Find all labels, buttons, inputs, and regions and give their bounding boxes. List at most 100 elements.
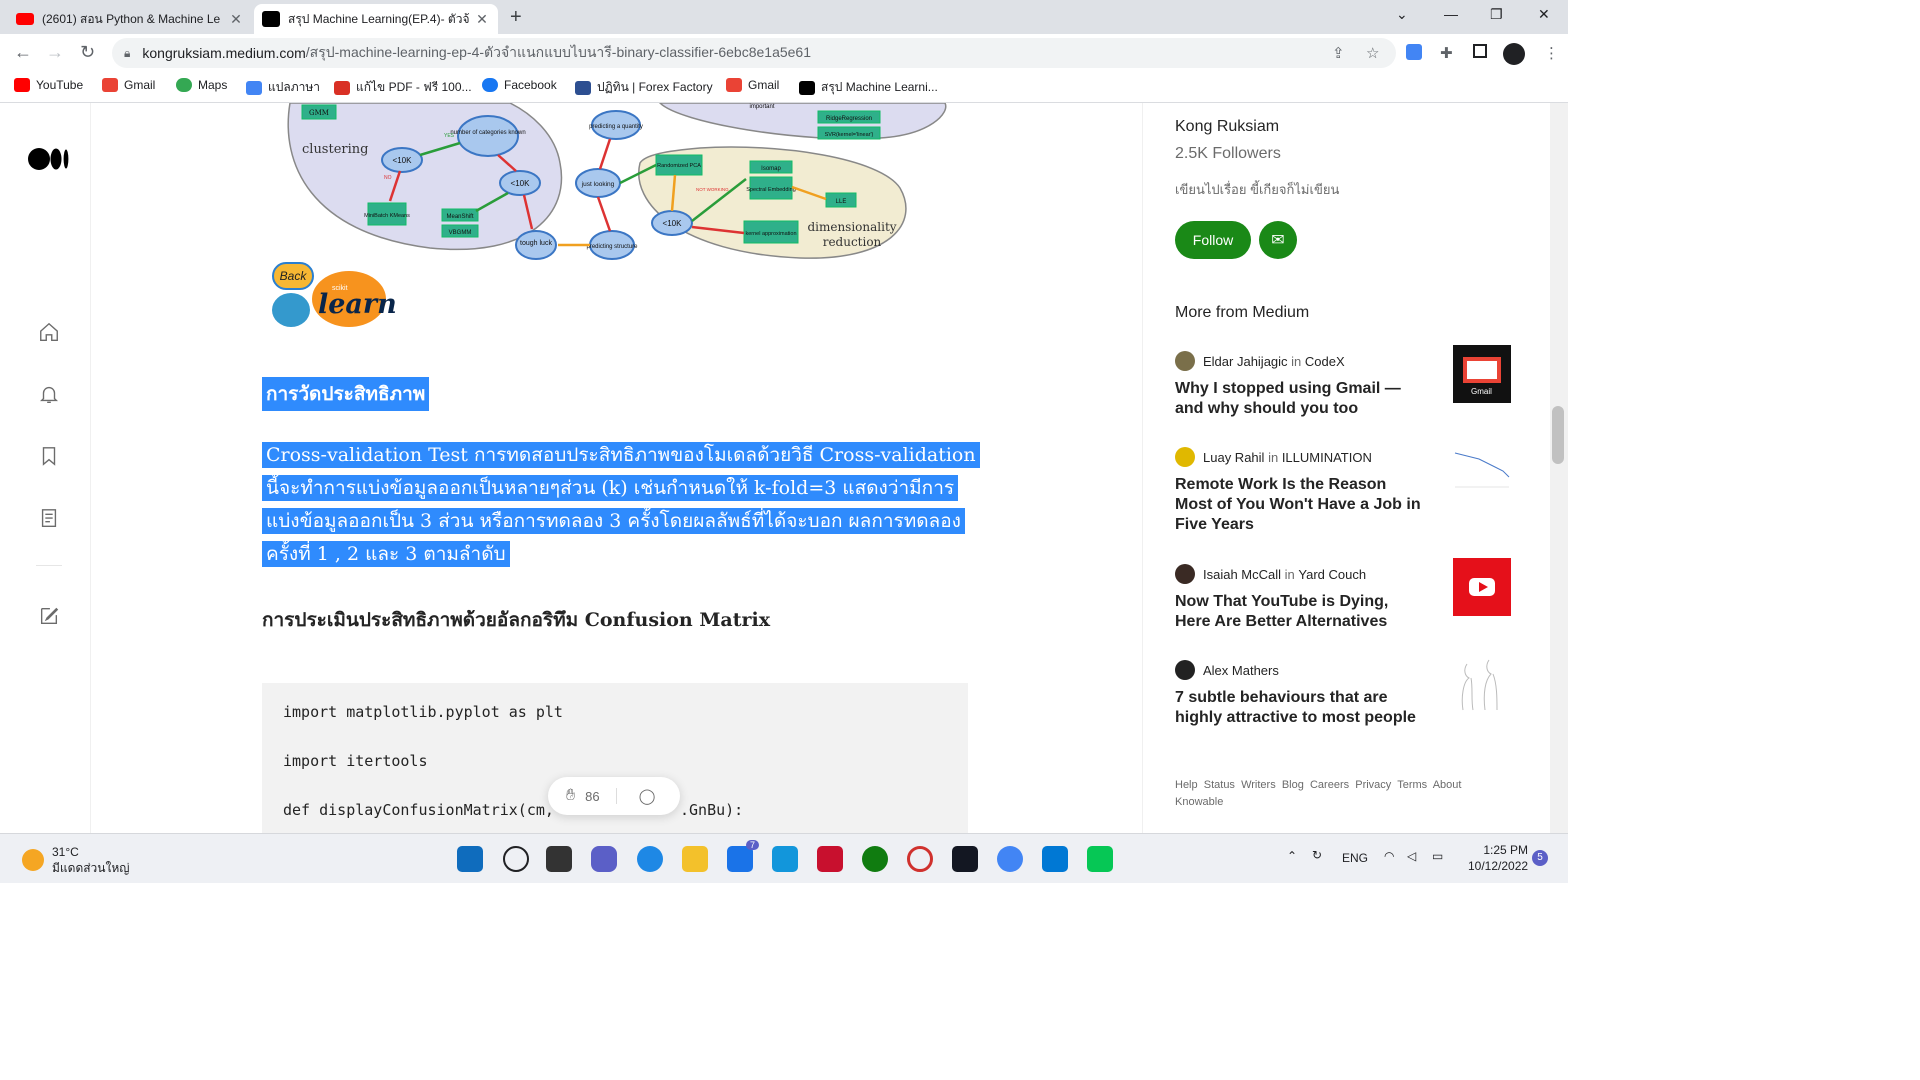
show-hidden-icons-chevron[interactable]: ⌃ bbox=[1287, 849, 1297, 863]
notification-badge[interactable]: 5 bbox=[1532, 850, 1548, 866]
lightshot-icon[interactable] bbox=[772, 846, 798, 872]
diagram-label: important bbox=[749, 104, 774, 110]
maximize-button[interactable]: ❐ bbox=[1490, 6, 1503, 23]
comment-icon[interactable]: ◯ bbox=[639, 787, 656, 805]
translate-icon bbox=[246, 80, 262, 95]
bookmarks-icon[interactable] bbox=[38, 445, 60, 467]
task-view-icon[interactable] bbox=[546, 846, 572, 872]
bookmark-facebook[interactable]: Facebook bbox=[482, 78, 557, 92]
close-window-button[interactable]: ✕ bbox=[1538, 6, 1550, 23]
medium-logo[interactable] bbox=[28, 147, 70, 171]
footer-link[interactable]: About bbox=[1433, 779, 1462, 791]
bookmark-youtube[interactable]: YouTube bbox=[14, 78, 83, 92]
reload-icon[interactable]: ↻ bbox=[80, 42, 95, 63]
xbox-icon[interactable] bbox=[862, 846, 888, 872]
story-author[interactable]: Luay Rahil in ILLUMINATION bbox=[1175, 447, 1372, 467]
bookmark-label: Maps bbox=[198, 78, 228, 92]
forward-arrow-icon[interactable]: → bbox=[46, 42, 64, 63]
youtube-play-triangle bbox=[1479, 582, 1488, 592]
story-author[interactable]: Alex Mathers bbox=[1175, 660, 1279, 680]
sync-icon[interactable]: ↻ bbox=[1312, 848, 1322, 862]
story-thumbnail[interactable] bbox=[1453, 558, 1511, 616]
story-thumbnail[interactable]: Gmail bbox=[1453, 345, 1511, 403]
home-icon[interactable] bbox=[38, 321, 60, 343]
follow-button[interactable]: Follow bbox=[1175, 221, 1251, 259]
footer-link[interactable]: Knowable bbox=[1175, 796, 1223, 808]
subscribe-mail-icon[interactable]: ✉ bbox=[1259, 221, 1297, 259]
tab-search-icon[interactable]: ⌄ bbox=[1396, 6, 1408, 23]
mail-icon[interactable]: 7 bbox=[727, 840, 759, 872]
tab-medium[interactable]: สรุป Machine Learning(EP.4)- ตัวจ้ ✕ bbox=[254, 4, 498, 34]
battery-icon[interactable]: ▭ bbox=[1432, 849, 1443, 863]
teams-chat-icon[interactable] bbox=[591, 846, 617, 872]
mcafee-icon[interactable] bbox=[817, 846, 843, 872]
diagram-label: MiniBatch KMeans bbox=[364, 213, 410, 219]
story-author[interactable]: Isaiah McCall in Yard Couch bbox=[1175, 564, 1366, 584]
language-indicator[interactable]: ENG bbox=[1342, 851, 1368, 865]
profile-avatar[interactable] bbox=[1503, 43, 1525, 65]
footer-link[interactable]: Privacy bbox=[1355, 779, 1391, 791]
ml-cheat-sheet-diagram: GMM clustering number of categories know… bbox=[287, 103, 947, 260]
side-panel-icon[interactable] bbox=[1473, 44, 1487, 58]
minimize-button[interactable]: — bbox=[1444, 6, 1458, 22]
story-title[interactable]: Why I stopped using Gmail — and why shou… bbox=[1175, 379, 1427, 419]
page-scrollbar[interactable] bbox=[1550, 103, 1568, 833]
footer-link[interactable]: Status bbox=[1204, 779, 1235, 791]
follower-count[interactable]: 2.5K Followers bbox=[1175, 145, 1281, 163]
share-icon[interactable]: ⇪ bbox=[1332, 44, 1345, 62]
scrollbar-thumb[interactable] bbox=[1552, 406, 1564, 464]
weather-temp: 31°C bbox=[52, 845, 79, 859]
footer-link[interactable]: Help bbox=[1175, 779, 1198, 791]
vscode-icon[interactable] bbox=[1042, 846, 1068, 872]
footer-link[interactable]: Careers bbox=[1310, 779, 1349, 791]
write-icon[interactable] bbox=[38, 605, 60, 627]
wifi-icon[interactable]: ◠ bbox=[1384, 849, 1394, 863]
close-tab-icon[interactable]: ✕ bbox=[228, 11, 244, 28]
chrome-icon[interactable] bbox=[997, 846, 1023, 872]
opera-icon[interactable] bbox=[907, 846, 933, 872]
bookmark-forex-factory[interactable]: ปฏิทิน | Forex Factory bbox=[575, 78, 713, 97]
translate-extension-icon[interactable] bbox=[1406, 44, 1422, 60]
menu-kebab-icon[interactable]: ⋮ bbox=[1544, 44, 1559, 62]
tradingview-icon[interactable] bbox=[952, 846, 978, 872]
bookmark-gmail-2[interactable]: Gmail bbox=[726, 78, 779, 92]
edge-icon[interactable] bbox=[637, 846, 663, 872]
footer-link[interactable]: Blog bbox=[1282, 779, 1304, 791]
new-tab-button[interactable]: + bbox=[510, 6, 522, 29]
bookmark-pdf[interactable]: แก้ไข PDF - ฟรี 100... bbox=[334, 78, 472, 97]
story-thumbnail-chart[interactable] bbox=[1453, 441, 1511, 499]
line-app-icon[interactable] bbox=[1087, 846, 1113, 872]
scikit-learn-logo: scikit learn bbox=[272, 269, 397, 329]
bookmark-medium[interactable]: สรุป Machine Learni... bbox=[799, 78, 938, 97]
story-author[interactable]: Eldar Jahijagic in CodeX bbox=[1175, 351, 1345, 371]
back-arrow-icon[interactable]: ← bbox=[14, 42, 32, 63]
weather-sun-icon bbox=[22, 849, 44, 871]
file-explorer-icon[interactable] bbox=[682, 846, 708, 872]
bookmark-star-icon[interactable]: ☆ bbox=[1366, 44, 1379, 62]
footer-link[interactable]: Writers bbox=[1241, 779, 1276, 791]
gmail-logo-icon bbox=[1463, 357, 1501, 383]
notifications-bell-icon[interactable] bbox=[38, 383, 60, 405]
author-name[interactable]: Kong Ruksiam bbox=[1175, 118, 1279, 136]
extensions-puzzle-icon[interactable]: ✚ bbox=[1440, 44, 1453, 62]
clock[interactable]: 1:25 PM 10/12/2022 bbox=[1468, 842, 1528, 874]
clap-icon[interactable]: ✋︎ bbox=[566, 787, 575, 805]
bookmark-gmail[interactable]: Gmail bbox=[102, 78, 155, 92]
stories-icon[interactable] bbox=[38, 507, 60, 529]
close-tab-icon[interactable]: ✕ bbox=[474, 11, 490, 28]
tab-youtube[interactable]: (2601) สอน Python & Machine Le ✕ bbox=[8, 4, 252, 34]
avatar bbox=[1175, 447, 1195, 467]
footer-link[interactable]: Terms bbox=[1397, 779, 1427, 791]
address-bar[interactable]: 🔒︎ kongruksiam.medium.com /สรุป-machine-… bbox=[112, 38, 1396, 68]
story-title[interactable]: Remote Work Is the Reason Most of You Wo… bbox=[1175, 475, 1427, 535]
story-title[interactable]: Now That YouTube is Dying, Here Are Bett… bbox=[1175, 592, 1427, 632]
weather-widget[interactable]: 31°C มีแดดส่วนใหญ่ bbox=[22, 844, 130, 876]
volume-icon[interactable]: ◁ bbox=[1407, 849, 1416, 863]
story-title[interactable]: 7 subtle behaviours that are highly attr… bbox=[1175, 688, 1427, 728]
bookmark-translate[interactable]: แปลภาษา bbox=[246, 78, 320, 97]
search-icon[interactable] bbox=[503, 846, 529, 872]
windows-start-icon[interactable] bbox=[457, 846, 483, 872]
bookmark-maps[interactable]: Maps bbox=[176, 78, 227, 92]
story-thumbnail-sketch[interactable] bbox=[1453, 654, 1511, 712]
youtube-icon bbox=[16, 13, 34, 25]
